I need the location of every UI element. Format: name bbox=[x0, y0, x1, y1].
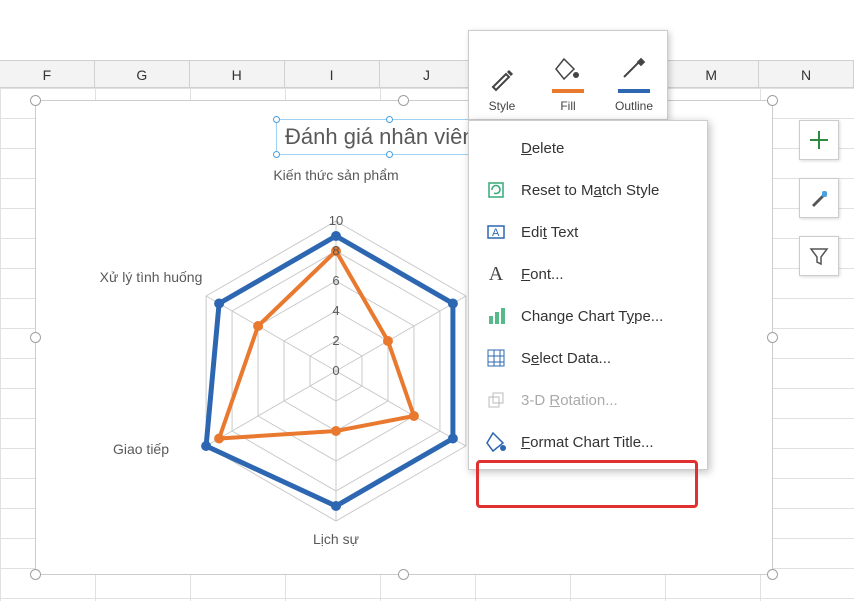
menu-3d-rotation: 3-D Rotation... bbox=[469, 379, 707, 421]
axis-label: Giao tiếp bbox=[96, 441, 186, 457]
resize-handle[interactable] bbox=[30, 95, 41, 106]
style-icon bbox=[484, 61, 520, 97]
brush-icon bbox=[808, 187, 830, 209]
svg-text:6: 6 bbox=[332, 273, 339, 288]
context-menu: Delete Reset to Match Style A Edit Text … bbox=[468, 120, 708, 470]
svg-text:2: 2 bbox=[332, 333, 339, 348]
reset-icon bbox=[483, 179, 509, 201]
rotation-icon bbox=[483, 389, 509, 411]
chart-styles-button[interactable] bbox=[799, 178, 839, 218]
axis-label: Kiến thức sản phẩm bbox=[226, 167, 446, 183]
svg-text:0: 0 bbox=[332, 363, 339, 378]
chart-filter-button[interactable] bbox=[799, 236, 839, 276]
col-header[interactable]: H bbox=[190, 61, 285, 87]
resize-handle[interactable] bbox=[30, 569, 41, 580]
resize-handle[interactable] bbox=[398, 95, 409, 106]
select-data-icon bbox=[483, 347, 509, 369]
plus-icon bbox=[808, 129, 830, 151]
col-header[interactable]: N bbox=[759, 61, 854, 87]
axis-label: Lịch sự bbox=[296, 531, 376, 547]
svg-text:A: A bbox=[492, 227, 500, 239]
menu-reset[interactable]: Reset to Match Style bbox=[469, 169, 707, 211]
menu-change-chart-type[interactable]: Change Chart Type... bbox=[469, 295, 707, 337]
title-handle[interactable] bbox=[273, 151, 280, 158]
col-header[interactable]: J bbox=[380, 61, 475, 87]
resize-handle[interactable] bbox=[30, 332, 41, 343]
resize-handle[interactable] bbox=[767, 332, 778, 343]
menu-font[interactable]: A Font... bbox=[469, 253, 707, 295]
style-button[interactable]: Style bbox=[469, 31, 535, 119]
axis-label: Xử lý tình huống bbox=[76, 269, 226, 285]
menu-edit-text[interactable]: A Edit Text bbox=[469, 211, 707, 253]
svg-text:8: 8 bbox=[332, 243, 339, 258]
format-icon bbox=[483, 431, 509, 453]
fill-label: Fill bbox=[560, 99, 575, 113]
outline-icon bbox=[616, 51, 652, 87]
col-header[interactable]: M bbox=[664, 61, 759, 87]
chart-type-icon bbox=[483, 305, 509, 327]
menu-select-data[interactable]: Select Data... bbox=[469, 337, 707, 379]
col-header[interactable]: F bbox=[0, 61, 95, 87]
title-handle[interactable] bbox=[273, 116, 280, 123]
fill-button[interactable]: Fill bbox=[535, 31, 601, 119]
outline-button[interactable]: Outline bbox=[601, 31, 667, 119]
fill-icon bbox=[550, 51, 586, 87]
mini-toolbar: Style Fill Outline bbox=[468, 30, 668, 120]
funnel-icon bbox=[808, 245, 830, 267]
menu-format-chart-title[interactable]: Format Chart Title... bbox=[469, 421, 707, 463]
style-label: Style bbox=[489, 99, 516, 113]
font-icon: A bbox=[483, 263, 509, 285]
column-headers: F G H I J M N bbox=[0, 60, 854, 88]
col-header[interactable]: G bbox=[95, 61, 190, 87]
col-header[interactable]: I bbox=[285, 61, 380, 87]
edit-text-icon: A bbox=[483, 221, 509, 243]
outline-label: Outline bbox=[615, 99, 653, 113]
chart-elements-button[interactable] bbox=[799, 120, 839, 160]
resize-handle[interactable] bbox=[767, 569, 778, 580]
title-handle[interactable] bbox=[386, 151, 393, 158]
svg-text:4: 4 bbox=[332, 303, 339, 318]
svg-text:10: 10 bbox=[329, 213, 343, 228]
resize-handle[interactable] bbox=[767, 95, 778, 106]
menu-delete[interactable]: Delete bbox=[469, 127, 707, 169]
title-handle[interactable] bbox=[386, 116, 393, 123]
chart-title-text: Đánh giá nhân viên A bbox=[285, 124, 494, 149]
